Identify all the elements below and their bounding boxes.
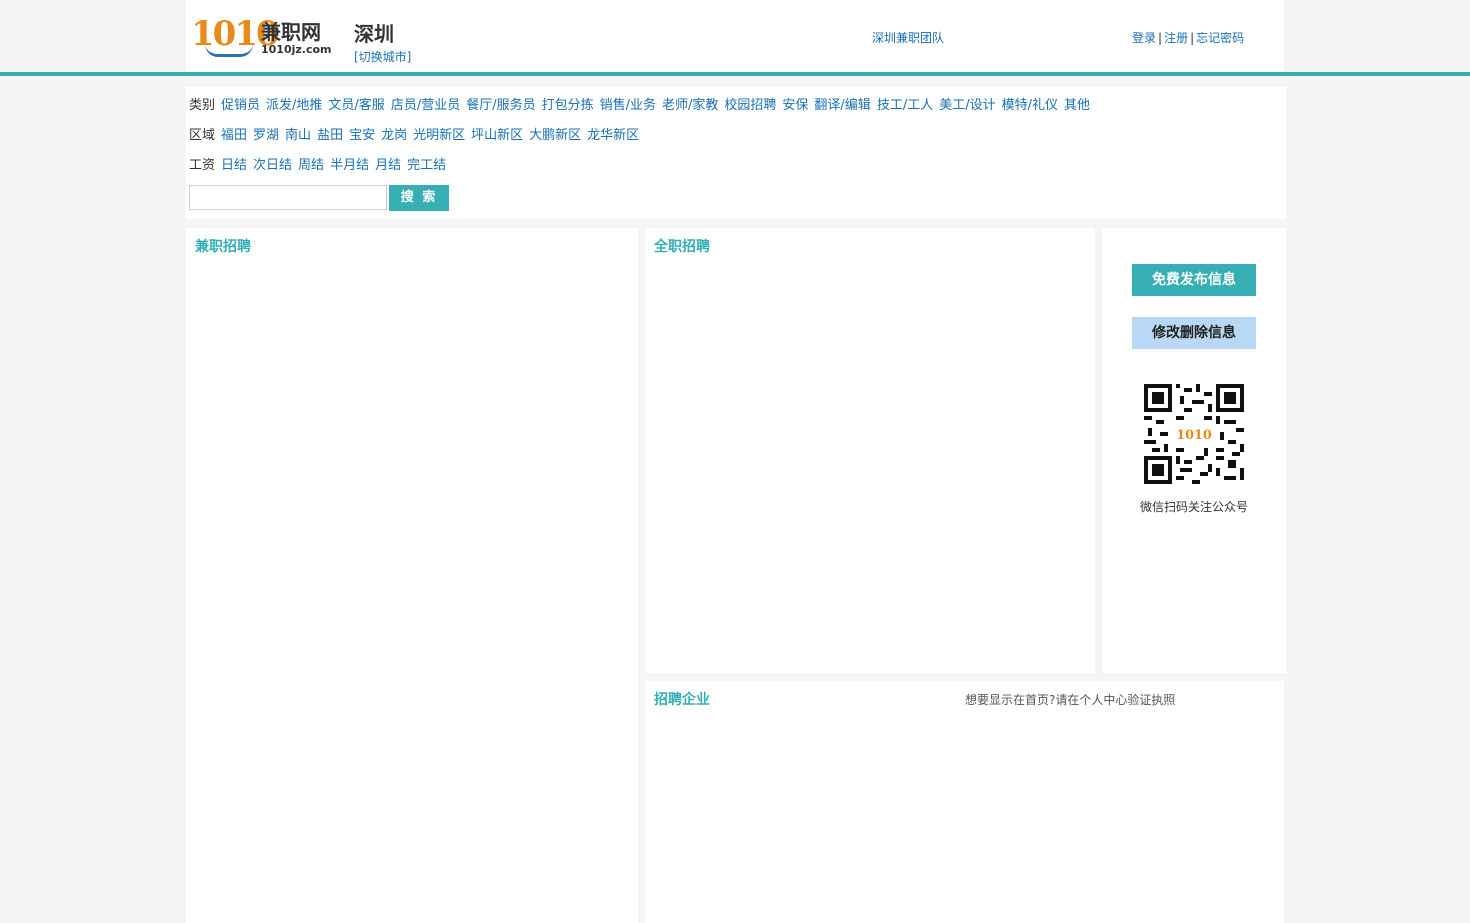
category-filter-link[interactable]: 老师/家教 <box>662 98 718 113</box>
category-filter-link[interactable]: 店员/营业员 <box>391 98 460 113</box>
category-filter-link[interactable]: 美工/设计 <box>939 98 995 113</box>
search-input[interactable] <box>189 185 387 210</box>
sidebar-panel: 免费发布信息 修改删除信息 1010 微信扫码关注公众号 <box>1102 228 1286 673</box>
category-filter-row: 类别 促销员 派发/地推 文员/客服 店员/营业员 餐厅/服务员 打包分拣 销售/业务 老师/家… <box>189 97 1096 115</box>
category-label: 类别 <box>189 98 216 113</box>
area-filter-link[interactable]: 盐田 <box>317 128 343 143</box>
category-filter-link[interactable]: 模特/礼仪 <box>1002 98 1058 113</box>
current-city: 深圳 <box>354 22 394 46</box>
category-filter-link[interactable]: 文员/客服 <box>328 98 384 113</box>
area-filter-link[interactable]: 福田 <box>221 128 247 143</box>
publish-info-button[interactable]: 免费发布信息 <box>1132 264 1256 296</box>
modify-info-button[interactable]: 修改删除信息 <box>1132 317 1256 349</box>
area-filter-link[interactable]: 光明新区 <box>413 128 465 143</box>
salary-filter-link[interactable]: 月结 <box>375 158 401 173</box>
area-filter-link[interactable]: 龙华新区 <box>587 128 639 143</box>
login-link[interactable]: 登录 <box>1132 31 1156 45</box>
header: 1010 兼职网 1010jz.com 深圳 [切换城市] 深圳兼职团队 登录 |… <box>186 0 1284 72</box>
area-filter-link[interactable]: 南山 <box>285 128 311 143</box>
category-filter-link[interactable]: 安保 <box>782 98 808 113</box>
qr-center-text: 1010 <box>1176 428 1212 443</box>
salary-filter-link[interactable]: 日结 <box>221 158 247 173</box>
top-bar: 1010 兼职网 1010jz.com 深圳 [切换城市] 深圳兼职团队 登录 |… <box>0 0 1470 72</box>
forgot-password-link[interactable]: 忘记密码 <box>1196 31 1244 45</box>
separator: | <box>1190 31 1195 45</box>
salary-filter-link[interactable]: 完工结 <box>407 158 446 173</box>
team-link[interactable]: 深圳兼职团队 <box>872 31 944 45</box>
qr-caption: 微信扫码关注公众号 <box>1139 500 1248 514</box>
area-filter-link[interactable]: 宝安 <box>349 128 375 143</box>
category-filter-link[interactable]: 餐厅/服务员 <box>466 98 535 113</box>
area-filter-link[interactable]: 坪山新区 <box>471 128 523 143</box>
enterprises-panel: 招聘企业 想要显示在首页?请在个人中心验证执照 <box>645 681 1284 923</box>
part-time-title[interactable]: 兼职招聘 <box>195 238 251 256</box>
part-time-panel: 兼职招聘 <box>186 228 638 923</box>
switch-city-link[interactable]: [切换城市] <box>354 50 411 64</box>
auth-links: 登录 | 注册 | 忘记密码 <box>1132 31 1244 45</box>
full-time-panel: 全职招聘 <box>645 228 1095 673</box>
full-time-title[interactable]: 全职招聘 <box>654 238 710 256</box>
category-filter-link[interactable]: 销售/业务 <box>600 98 656 113</box>
area-label: 区域 <box>189 128 216 143</box>
separator: | <box>1158 31 1163 45</box>
category-filter-link[interactable]: 技工/工人 <box>877 98 933 113</box>
enterprises-title[interactable]: 招聘企业 <box>654 691 710 709</box>
area-filter-link[interactable]: 罗湖 <box>253 128 279 143</box>
logo-name: 兼职网 <box>261 20 321 44</box>
salary-filter-link[interactable]: 周结 <box>298 158 324 173</box>
search-button[interactable]: 搜 索 <box>389 185 449 211</box>
salary-label: 工资 <box>189 158 216 173</box>
category-filter-link[interactable]: 其他 <box>1064 98 1090 113</box>
area-filter-link[interactable]: 龙岗 <box>381 128 407 143</box>
enterprise-hint: 想要显示在首页?请在个人中心验证执照 <box>965 693 1176 707</box>
area-filter-row: 区域 福田 罗湖 南山 盐田 宝安 龙岗 光明新区 坪山新区 大鹏新区 龙华新区 <box>189 127 645 145</box>
category-filter-link[interactable]: 翻译/编辑 <box>814 98 870 113</box>
area-filter-link[interactable]: 大鹏新区 <box>529 128 581 143</box>
qr-code-icon: 1010 <box>1144 384 1244 484</box>
salary-filter-row: 工资 日结 次日结 周结 半月结 月结 完工结 <box>189 157 452 175</box>
site-logo[interactable]: 1010 兼职网 1010jz.com <box>191 14 341 58</box>
filter-box: 类别 促销员 派发/地推 文员/客服 店员/营业员 餐厅/服务员 打包分拣 销售/业务 老师/家… <box>186 87 1286 219</box>
category-filter-link[interactable]: 派发/地推 <box>266 98 322 113</box>
category-filter-link[interactable]: 促销员 <box>221 98 260 113</box>
header-divider <box>0 72 1470 76</box>
salary-filter-link[interactable]: 次日结 <box>253 158 292 173</box>
logo-arc <box>205 44 253 57</box>
category-filter-link[interactable]: 打包分拣 <box>542 98 594 113</box>
salary-filter-link[interactable]: 半月结 <box>330 158 369 173</box>
logo-domain: 1010jz.com <box>261 43 332 56</box>
register-link[interactable]: 注册 <box>1164 31 1188 45</box>
category-filter-link[interactable]: 校园招聘 <box>724 98 776 113</box>
